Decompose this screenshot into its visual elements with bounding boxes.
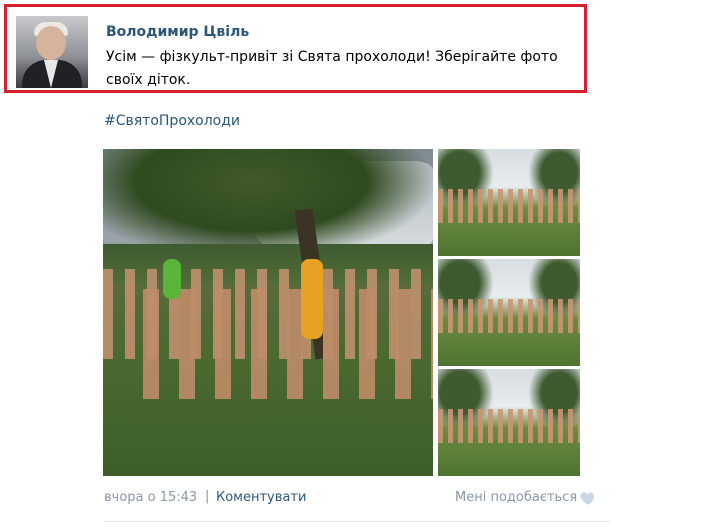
thumb-crowd	[438, 299, 580, 333]
photo-thumb-1[interactable]	[438, 149, 580, 256]
photo-thumb-2[interactable]	[438, 259, 580, 366]
like-button-label[interactable]: Мені подобається	[455, 490, 577, 505]
post-bottom-divider	[104, 521, 610, 522]
post-text: Усім — фізкульт-привіт зі Свята прохолод…	[106, 49, 558, 88]
photo-mascot-orange	[301, 259, 323, 339]
hashtag-link[interactable]: #СвятоПрохолоди	[104, 113, 240, 129]
avatar-face	[36, 26, 66, 60]
comment-link[interactable]: Коментувати	[216, 490, 306, 505]
footer-separator: |	[205, 489, 210, 504]
post-header-highlight: Володимир Цвіль Усім — фізкульт-привіт з…	[4, 4, 587, 93]
photo-main[interactable]	[103, 149, 433, 476]
photo-tree-canopy	[103, 149, 433, 259]
heart-icon[interactable]	[579, 489, 597, 507]
author-name-link[interactable]: Володимир Цвіль	[106, 24, 249, 40]
thumb-crowd	[438, 409, 580, 443]
thumb-crowd	[438, 189, 580, 223]
post-timestamp-link[interactable]: вчора о 15:43	[104, 490, 197, 505]
photo-mascot-green	[163, 259, 181, 299]
photo-children-front	[143, 289, 433, 399]
author-avatar[interactable]	[16, 16, 88, 88]
photo-thumb-3[interactable]	[438, 369, 580, 476]
